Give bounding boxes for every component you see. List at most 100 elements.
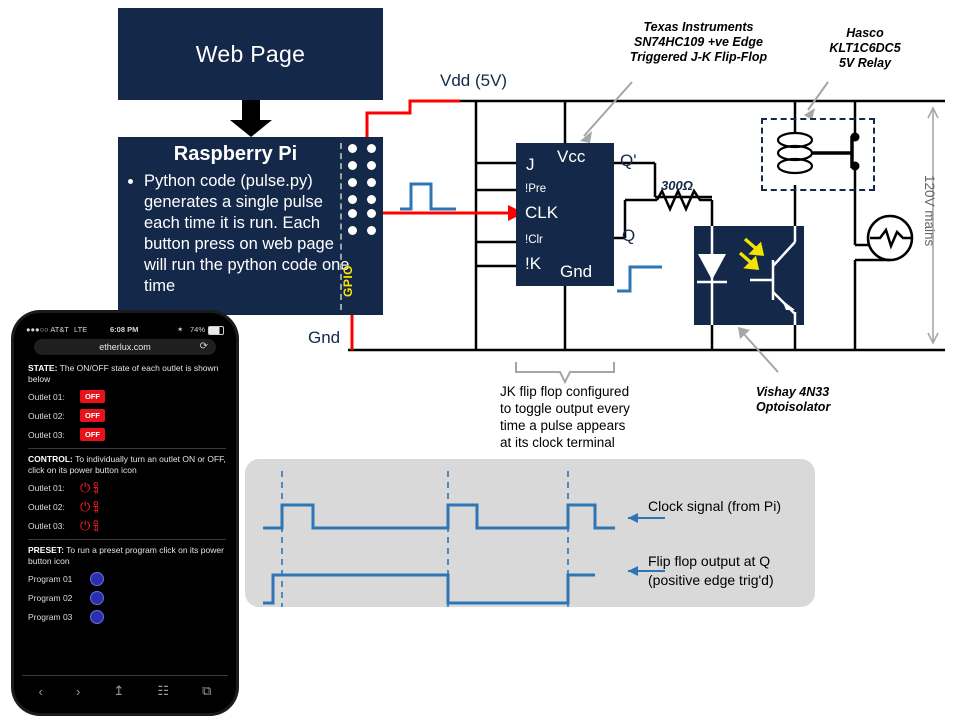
flipflop-caption-line-3: time a pulse appears: [500, 418, 626, 433]
preset-section-label: PRESET:: [28, 545, 64, 555]
flipflop-caption-line-1: JK flip flop configured: [500, 384, 630, 399]
ic-pin-vcc: Vcc: [557, 147, 586, 166]
share-icon[interactable]: ↥: [113, 683, 124, 699]
status-network: LTE: [74, 325, 88, 334]
preset-row: Program 02: [28, 590, 226, 605]
q-output-caption-line-2: (positive edge trig'd): [648, 572, 774, 588]
program-power-icon[interactable]: [90, 590, 104, 605]
state-row: Outlet 01: OFF: [28, 389, 226, 404]
phone-page-content: STATE: The ON/OFF state of each outlet i…: [28, 363, 226, 663]
gpio-label: GPIO: [341, 264, 355, 297]
gpio-pin[interactable]: [367, 195, 376, 204]
opto-part-line-1: Vishay 4N33: [756, 385, 830, 399]
status-carrier: ●●●○○ AT&T: [26, 325, 69, 334]
phone-url-bar[interactable]: etherlux.com ⟳: [34, 339, 216, 355]
ic-output-qbar-label: Q': [620, 151, 637, 170]
ic-pin-gnd: Gnd: [560, 262, 593, 281]
flipflop-part-line-3: Triggered J-K Flip-Flop: [629, 50, 768, 64]
status-time: 6:08 PM: [110, 325, 139, 334]
control-section-label: CONTROL:: [28, 454, 73, 464]
jk-flip-flop-chip: J !Pre CLK !Clr !K Vcc Gnd: [516, 143, 614, 286]
control-row: Outlet 01: ⏻ OFF: [28, 480, 226, 495]
flipflop-caption-line-2: to toggle output every: [500, 401, 630, 416]
raspberry-pi-title: Raspberry Pi: [173, 143, 298, 165]
relay-part-line-2: KLT1C6DC5: [829, 41, 901, 55]
control-state-label: OFF: [91, 481, 98, 494]
reload-icon[interactable]: ⟳: [200, 341, 208, 352]
gnd-label: Gnd: [308, 328, 341, 347]
gpio-pin[interactable]: [348, 161, 357, 170]
phone-screen: ●●●○○ AT&T LTE 6:08 PM ✶ 74% etherlux.co…: [22, 323, 228, 671]
state-row-name: Outlet 03:: [28, 429, 65, 440]
program-power-icon[interactable]: [90, 609, 104, 624]
mains-voltage-label: 120V mains: [922, 175, 937, 247]
gpio-pin[interactable]: [348, 178, 357, 187]
gpio-pin[interactable]: [348, 144, 357, 153]
flipflop-part-annotation: Texas Instruments SN74HC109 +ve Edge Tri…: [606, 20, 791, 65]
control-section-heading: CONTROL: To individually turn an outlet …: [28, 454, 226, 476]
state-badge: OFF: [80, 390, 105, 403]
relay-part-annotation: Hasco KLT1C6DC5 5V Relay: [805, 26, 925, 71]
gpio-pin[interactable]: [367, 209, 376, 218]
ic-output-q-label: Q: [622, 226, 636, 245]
forward-icon[interactable]: ›: [76, 684, 80, 699]
preset-row-name: Program 01: [28, 573, 73, 584]
q-output-caption-line-1: Flip flop output at Q: [648, 553, 771, 569]
preset-row: Program 03: [28, 609, 226, 624]
control-row: Outlet 03: ⏻ OFF: [28, 518, 226, 533]
ic-pin-clr: !Clr: [525, 234, 543, 246]
bluetooth-icon: ✶: [177, 325, 184, 334]
q-output-caption: Flip flop output at Q (positive edge tri…: [648, 552, 813, 590]
vdd-label: Vdd (5V): [440, 71, 508, 90]
back-icon[interactable]: ‹: [39, 684, 43, 699]
preset-row-name: Program 02: [28, 592, 73, 603]
clock-signal-caption: Clock signal (from Pi): [648, 498, 782, 514]
control-row-name: Outlet 02:: [28, 501, 65, 512]
bookmarks-icon[interactable]: ☷: [157, 683, 169, 699]
preset-row-name: Program 03: [28, 611, 73, 622]
flow-arrow-icon: [230, 100, 272, 137]
battery-icon: [208, 326, 224, 335]
gpio-pin[interactable]: [348, 226, 357, 235]
state-section-text: The ON/OFF state of each outlet is shown…: [28, 363, 219, 384]
flipflop-caption-line-4: at its clock terminal: [500, 435, 615, 450]
tabs-icon[interactable]: ⧉: [202, 683, 211, 699]
program-power-icon[interactable]: [90, 571, 104, 586]
resistor-value-label: 300Ω: [661, 178, 693, 193]
optoisolator-internals: [697, 226, 797, 325]
control-state-label: OFF: [91, 519, 98, 532]
state-row: Outlet 03: OFF: [28, 427, 226, 442]
state-badge: OFF: [80, 428, 105, 441]
control-row-name: Outlet 03:: [28, 520, 65, 531]
preset-section-heading: PRESET: To run a preset program click on…: [28, 545, 226, 567]
power-button-icon[interactable]: ⏻: [80, 500, 90, 513]
gpio-pin[interactable]: [367, 178, 376, 187]
gpio-pin[interactable]: [348, 209, 357, 218]
gpio-pin[interactable]: [367, 144, 376, 153]
url-text: etherlux.com: [99, 342, 151, 352]
control-row-name: Outlet 01:: [28, 482, 65, 493]
web-page-block: Web Page: [118, 8, 383, 100]
raspberry-pi-description: Python code (pulse.py) generates a singl…: [128, 171, 350, 297]
power-button-icon[interactable]: ⏻: [80, 481, 90, 494]
phone-status-bar: ●●●○○ AT&T LTE 6:08 PM ✶ 74%: [22, 323, 228, 337]
gpio-pin[interactable]: [367, 226, 376, 235]
state-section-heading: STATE: The ON/OFF state of each outlet i…: [28, 363, 226, 385]
preset-row: Program 01: [28, 571, 226, 586]
status-battery: 74%: [190, 325, 206, 334]
phone-browser-toolbar: ‹ › ↥ ☷ ⧉: [22, 675, 228, 706]
gpio-pin[interactable]: [348, 195, 357, 204]
flipflop-part-line-1: Texas Instruments: [643, 20, 754, 34]
gpio-pin-header: [348, 144, 382, 240]
power-button-icon[interactable]: ⏻: [80, 519, 90, 532]
ic-pin-k: !K: [525, 254, 542, 273]
ic-pin-pre: !Pre: [525, 183, 547, 195]
gpio-pin[interactable]: [367, 161, 376, 170]
control-row: Outlet 02: ⏻ OFF: [28, 499, 226, 514]
flipflop-part-line-2: SN74HC109 +ve Edge: [634, 35, 763, 49]
web-page-title: Web Page: [195, 40, 306, 67]
state-badge: OFF: [80, 409, 105, 422]
flipflop-caption: JK flip flop configured to toggle output…: [500, 383, 675, 451]
relay-part-line-3: 5V Relay: [838, 56, 892, 70]
ic-pin-j: J: [526, 155, 535, 174]
